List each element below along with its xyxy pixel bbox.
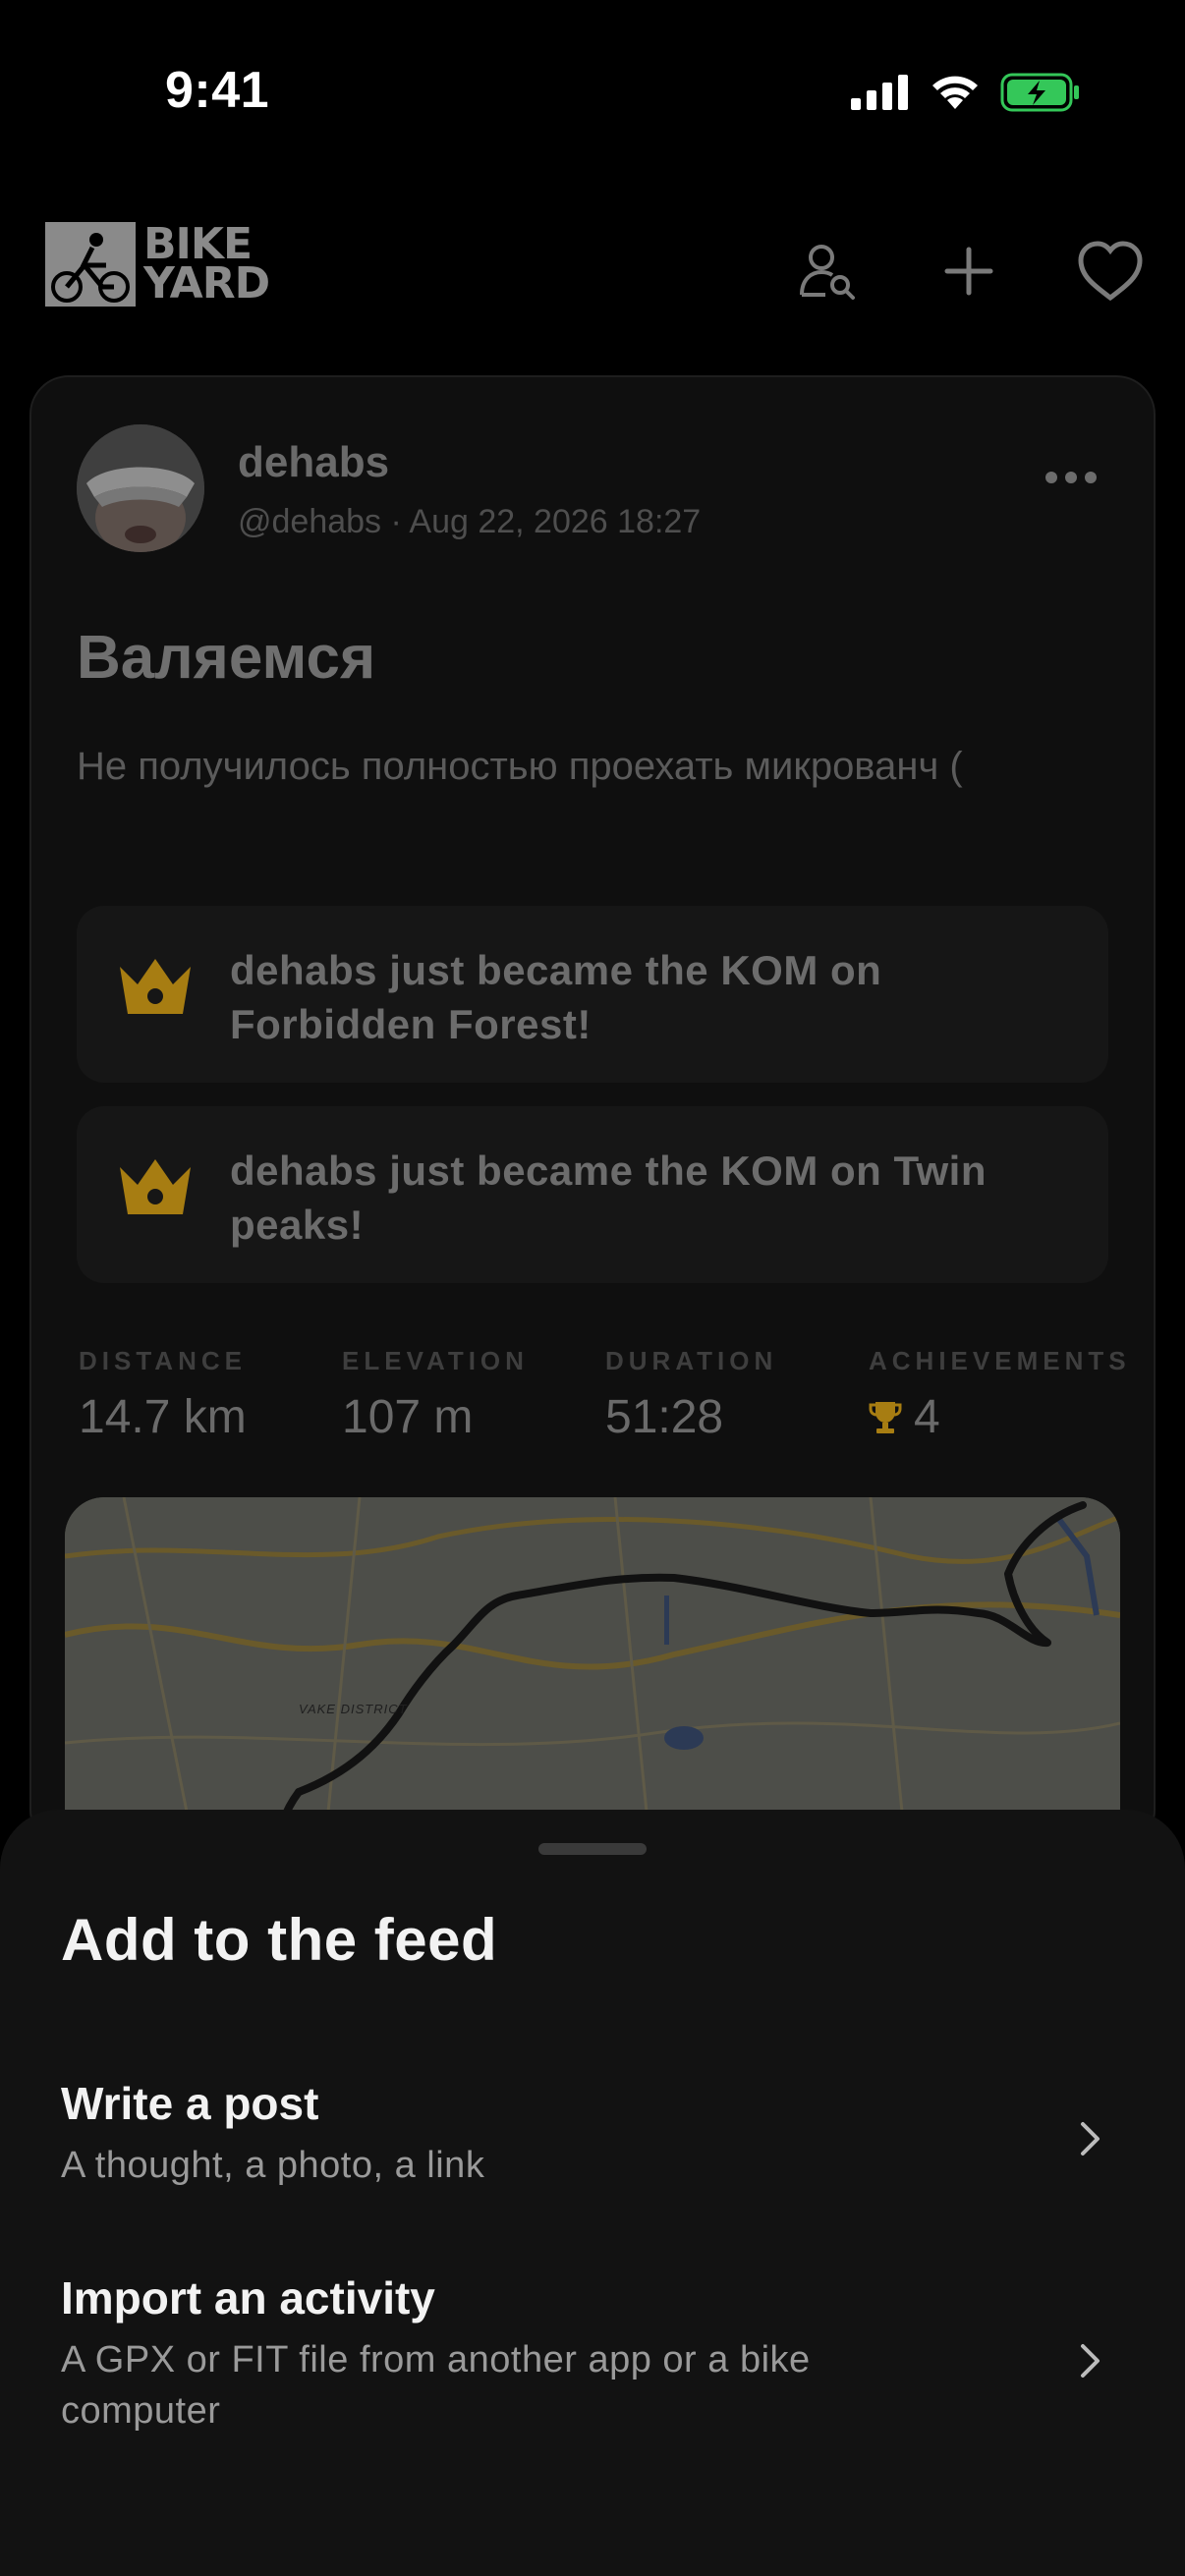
avatar[interactable]: [77, 424, 204, 552]
feed-post-card[interactable]: dehabs @dehabs · Aug 22, 2026 18:27 Валя…: [29, 375, 1156, 1849]
stat-achievements: ACHIEVEMENTS 4: [869, 1346, 1132, 1444]
sheet-drag-handle[interactable]: [538, 1843, 647, 1855]
battery-charging-icon: [1000, 73, 1079, 112]
stat-distance: DISTANCE 14.7 km: [79, 1346, 342, 1444]
status-icons: [851, 73, 1081, 112]
more-options-button[interactable]: [1045, 472, 1097, 483]
post-title: Валяемся: [77, 624, 376, 692]
app-header: BIKE YARD: [0, 206, 1185, 334]
chevron-right-icon: [1081, 2122, 1100, 2156]
find-people-icon: [800, 245, 855, 300]
kom-achievement-text: dehabs just became the KOM on Forbidden …: [230, 947, 882, 1047]
more-dot-icon: [1045, 472, 1057, 483]
author-meta: @dehabs · Aug 22, 2026 18:27: [238, 503, 702, 540]
heart-icon: [1078, 241, 1143, 302]
author-name[interactable]: dehabs: [238, 438, 389, 487]
map-district-label: VAKE DISTRICT: [299, 1702, 408, 1716]
more-dot-icon: [1065, 472, 1077, 483]
cellular-signal-icon: [851, 75, 908, 110]
crown-icon: [120, 959, 191, 1014]
kom-achievement-text: dehabs just became the KOM on Twin peaks…: [230, 1148, 987, 1248]
route-map[interactable]: VAKE DISTRICT: [65, 1497, 1120, 1847]
stat-duration: DURATION 51:28: [605, 1346, 869, 1444]
header-actions: [792, 236, 1146, 307]
stat-elevation: ELEVATION 107 m: [342, 1346, 605, 1444]
more-dot-icon: [1085, 472, 1097, 483]
logo-text: BIKE YARD: [143, 223, 270, 308]
status-time: 9:41: [165, 62, 270, 119]
write-post-option[interactable]: Write a post A thought, a photo, a link: [0, 2077, 1185, 2224]
sheet-title: Add to the feed: [61, 1907, 498, 1973]
find-people-button[interactable]: [792, 236, 863, 307]
wifi-icon: [932, 76, 978, 109]
stat-value: 14.7 km: [79, 1391, 247, 1443]
kom-achievement-banner[interactable]: dehabs just became the KOM on Twin peaks…: [77, 1106, 1108, 1283]
trophy-icon: [869, 1401, 902, 1433]
status-bar: 9:41: [0, 0, 1185, 187]
stat-value: 4: [869, 1390, 1132, 1444]
add-to-feed-sheet: Add to the feed Write a post A thought, …: [0, 1810, 1185, 2576]
stat-value: 107 m: [342, 1391, 474, 1443]
option-subtitle: A GPX or FIT file from another app or a …: [61, 2339, 811, 2432]
option-title: Write a post: [61, 2078, 319, 2129]
favorites-button[interactable]: [1075, 236, 1146, 307]
route-map-image: [65, 1497, 1120, 1847]
stat-label: ELEVATION: [342, 1346, 529, 1375]
stat-label: DURATION: [605, 1346, 778, 1375]
logo-line-2: YARD: [143, 258, 270, 308]
import-activity-option[interactable]: Import an activity A GPX or FIT file fro…: [0, 2271, 1185, 2448]
activity-stats: DISTANCE 14.7 km ELEVATION 107 m DURATIO…: [79, 1346, 1154, 1444]
add-button[interactable]: [933, 236, 1004, 307]
screen: 9:41 BIKE YARD dehabs @dehabs · Aug 22, …: [0, 0, 1185, 2576]
post-body: Не получилось полностью проехать микрова…: [77, 745, 963, 788]
stat-value: 51:28: [605, 1391, 724, 1443]
crown-icon: [120, 1159, 191, 1214]
bikeyard-logo[interactable]: BIKE YARD: [45, 222, 270, 308]
kom-achievement-banner[interactable]: dehabs just became the KOM on Forbidden …: [77, 906, 1108, 1083]
chevron-right-icon: [1081, 2344, 1100, 2378]
stat-label: ACHIEVEMENTS: [869, 1346, 1131, 1375]
plus-icon: [944, 247, 993, 296]
stat-label: DISTANCE: [79, 1346, 247, 1375]
option-subtitle: A thought, a photo, a link: [61, 2145, 485, 2186]
cyclist-logo-icon: [45, 222, 136, 307]
option-title: Import an activity: [61, 2272, 435, 2324]
